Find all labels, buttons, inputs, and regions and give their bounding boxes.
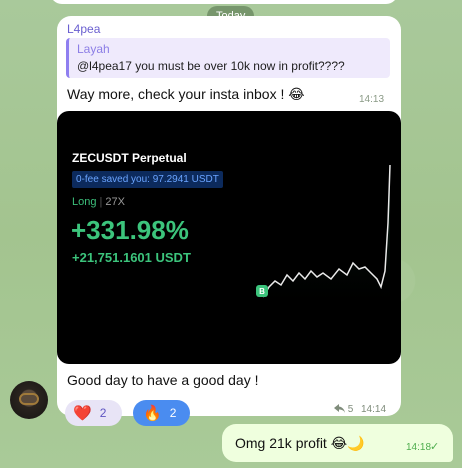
- reply-quote[interactable]: Layah @l4pea17 you must be over 10k now …: [66, 38, 390, 78]
- reaction-count: 2: [99, 406, 107, 420]
- reaction-count: 2: [169, 406, 177, 420]
- reply-author: Layah: [77, 42, 110, 56]
- pnl-usdt: +21,751.1601 USDT: [72, 250, 191, 265]
- fire-icon: 🔥: [143, 405, 162, 422]
- message-time: 14:13: [359, 94, 385, 105]
- avatar[interactable]: [10, 381, 48, 419]
- leverage: 27X: [105, 196, 125, 208]
- position-side: Long: [72, 196, 97, 208]
- replies-indicator[interactable]: 5: [334, 404, 353, 415]
- trade-screenshot[interactable]: ZECUSDT Perpetual 0-fee saved you: 97.29…: [57, 111, 401, 364]
- pair-title: ZECUSDT Perpetual: [72, 151, 187, 165]
- svg-text:B: B: [259, 287, 265, 296]
- laughing-moon-emoji-icon: 😂🌙: [330, 435, 365, 451]
- outgoing-message[interactable]: Omg 21k profit 😂🌙 14:18 ✓: [222, 424, 453, 462]
- price-chart: B: [256, 164, 391, 313]
- read-check-icon: ✓: [430, 441, 440, 453]
- pnl-percent: +331.98%: [71, 215, 189, 245]
- laughing-emoji-icon: 😂: [288, 86, 305, 102]
- reaction-fire[interactable]: 🔥 2: [133, 400, 190, 426]
- heart-icon: ❤️: [73, 405, 92, 422]
- message-time-2: 14:14: [361, 404, 387, 415]
- reply-arrow-icon: [334, 404, 345, 413]
- message-caption: Good day to have a good day !: [67, 372, 259, 388]
- buy-marker: B: [256, 285, 268, 297]
- message-body: Way more, check your insta inbox !: [67, 86, 285, 102]
- previous-message-bubble[interactable]: [50, 0, 398, 4]
- incoming-message[interactable]: L4pea Layah @l4pea17 you must be over 10…: [57, 16, 401, 426]
- reaction-heart[interactable]: ❤️ 2: [65, 400, 122, 426]
- outgoing-time: 14:18: [406, 442, 432, 453]
- outgoing-text: Omg 21k profit 😂🌙: [235, 435, 365, 452]
- message-text: Way more, check your insta inbox ! 😂: [67, 86, 305, 103]
- position-info: Long | 27X: [72, 196, 125, 208]
- sender-name[interactable]: L4pea: [67, 22, 100, 36]
- outgoing-body: Omg 21k profit: [235, 435, 327, 451]
- reply-count: 5: [347, 404, 354, 415]
- reply-text: @l4pea17 you must be over 10k now in pro…: [77, 59, 345, 73]
- fee-badge: 0-fee saved you: 97.2941 USDT: [72, 171, 223, 188]
